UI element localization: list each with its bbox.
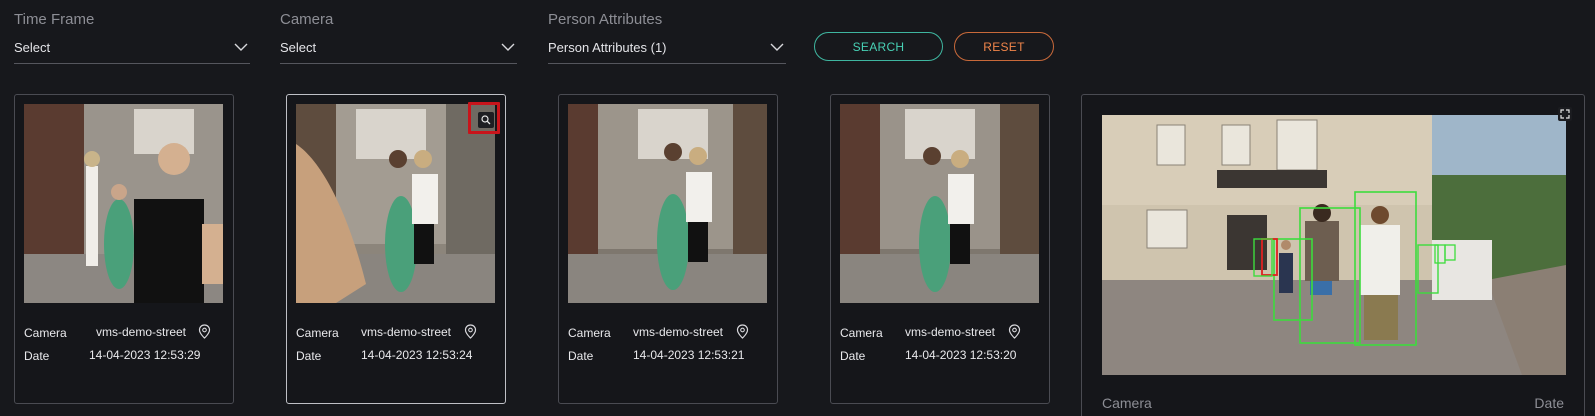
person-attributes-value: Person Attributes (1) xyxy=(548,40,667,55)
date-value: 14-04-2023 12:53:20 xyxy=(905,348,1017,362)
camera-select[interactable]: Select xyxy=(280,38,517,64)
date-value: 14-04-2023 12:53:24 xyxy=(361,348,473,362)
result-thumbnail[interactable] xyxy=(296,104,495,303)
person-attributes-filter: Person Attributes Person Attributes (1) xyxy=(548,10,786,64)
result-thumbnail[interactable] xyxy=(568,104,767,303)
map-pin-icon xyxy=(198,324,211,339)
date-value: 14-04-2023 12:53:29 xyxy=(89,348,201,362)
preview-date-label: Date xyxy=(1534,395,1564,411)
chevron-down-icon xyxy=(501,40,515,54)
result-card-selected[interactable]: Camera vms-demo-street Date 14-04-2023 1… xyxy=(286,94,506,404)
preview-camera-label: Camera xyxy=(1102,395,1152,411)
zoom-button[interactable] xyxy=(468,102,500,134)
camera-label: Camera xyxy=(568,326,611,340)
time-frame-filter: Time Frame Select xyxy=(14,10,250,64)
chevron-down-icon xyxy=(234,40,248,54)
camera-select-value: Select xyxy=(280,40,317,55)
camera-filter: Camera Select xyxy=(280,10,517,64)
map-pin-icon xyxy=(464,324,477,339)
result-card[interactable]: Camera vms-demo-street Date 14-04-2023 1… xyxy=(558,94,778,404)
preview-image[interactable] xyxy=(1102,115,1566,375)
map-pin-icon xyxy=(736,324,749,339)
preview-panel: Camera Date xyxy=(1081,94,1585,416)
result-thumbnail[interactable] xyxy=(840,104,1039,303)
result-thumbnail[interactable] xyxy=(24,104,223,303)
camera-label: Camera xyxy=(296,326,339,340)
camera-name: vms-demo-street xyxy=(633,325,724,339)
time-frame-label: Time Frame xyxy=(14,11,95,28)
camera-name: vms-demo-street xyxy=(361,325,452,339)
date-label: Date xyxy=(840,349,866,363)
result-card[interactable]: Camera vms-demo-street Date 14-04-2023 1… xyxy=(14,94,234,404)
person-attributes-select[interactable]: Person Attributes (1) xyxy=(548,38,786,64)
zoom-search-icon xyxy=(481,115,491,125)
camera-label: Camera xyxy=(24,326,67,340)
reset-button[interactable]: RESET xyxy=(954,32,1054,61)
time-frame-select[interactable]: Select xyxy=(14,38,250,64)
camera-name: vms-demo-street xyxy=(96,325,187,339)
map-pin-icon xyxy=(1008,324,1021,339)
search-button[interactable]: SEARCH xyxy=(814,32,943,61)
date-value: 14-04-2023 12:53:21 xyxy=(633,348,745,362)
camera-name: vms-demo-street xyxy=(905,325,996,339)
date-label: Date xyxy=(296,349,322,363)
expand-icon[interactable] xyxy=(1558,107,1572,121)
time-frame-value: Select xyxy=(14,40,51,55)
chevron-down-icon xyxy=(770,40,784,54)
camera-filter-label: Camera xyxy=(280,11,334,28)
date-label: Date xyxy=(24,349,50,363)
person-attributes-label: Person Attributes xyxy=(548,11,663,28)
date-label: Date xyxy=(568,349,594,363)
camera-label: Camera xyxy=(840,326,883,340)
result-card[interactable]: Camera vms-demo-street Date 14-04-2023 1… xyxy=(830,94,1050,404)
